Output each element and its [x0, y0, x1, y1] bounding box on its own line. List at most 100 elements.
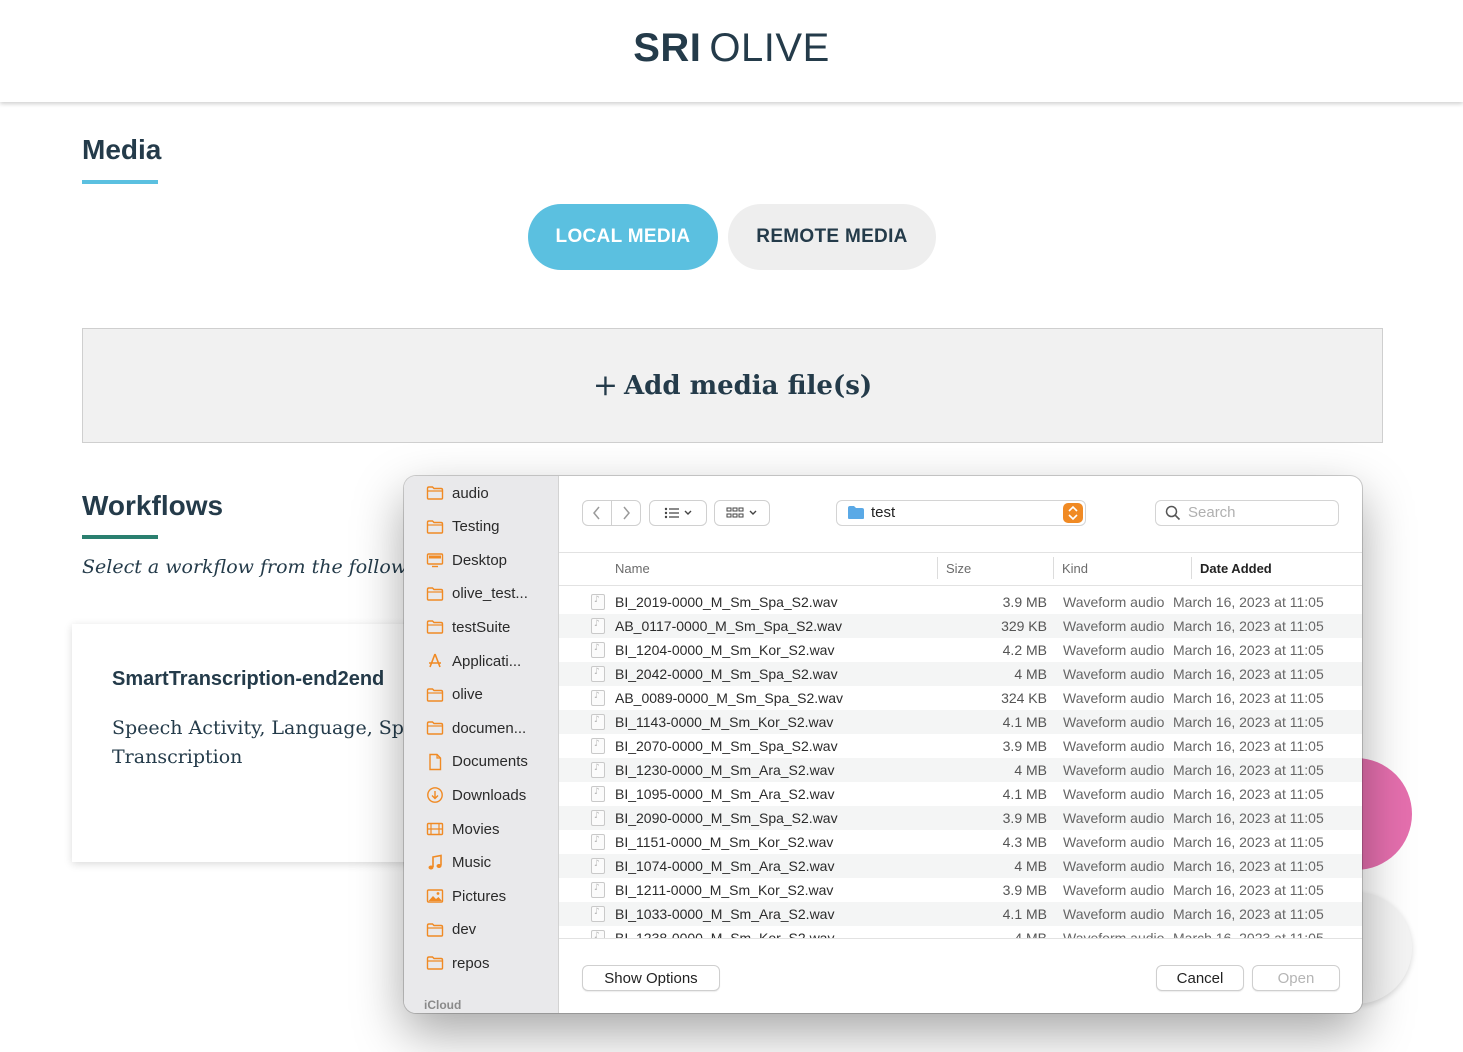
- sidebar-item-label: dev: [452, 921, 477, 939]
- audio-file-icon: [591, 642, 605, 658]
- sidebar-heading-icloud: iCloud: [424, 998, 462, 1012]
- file-row[interactable]: BI_2090-0000_M_Sm_Spa_S2.wav 3.9 MB Wavefo…: [559, 806, 1362, 830]
- file-name: BI_2070-0000_M_Sm_Spa_S2.wav: [615, 738, 838, 754]
- column-header-name[interactable]: Name: [615, 561, 650, 576]
- workflows-section-title: Workflows: [82, 490, 224, 521]
- sidebar-item-label: olive_test...: [452, 585, 528, 603]
- file-row[interactable]: BI_2019-0000_M_Sm_Spa_S2.wav 3.9 MB Wavefo…: [559, 590, 1362, 614]
- file-row[interactable]: BI_2070-0000_M_Sm_Spa_S2.wav 3.9 MB Wavefo…: [559, 734, 1362, 758]
- file-size: 4.2 MB: [1002, 642, 1047, 658]
- sidebar-item-testsuite[interactable]: testSuite: [426, 614, 510, 640]
- search-field[interactable]: Search: [1155, 500, 1339, 526]
- gallery-view-button[interactable]: [714, 500, 770, 526]
- file-size: 4 MB: [1014, 930, 1047, 938]
- film-icon: [426, 820, 452, 838]
- file-size: 3.9 MB: [1002, 594, 1047, 610]
- sidebar-item-desktop[interactable]: Desktop: [426, 547, 507, 573]
- sidebar-item-repos[interactable]: repos: [426, 950, 490, 976]
- dialog-sidebar: audio Testing Desktop olive_test... testSuit…: [404, 476, 559, 1013]
- file-size: 3.9 MB: [1002, 738, 1047, 754]
- sidebar-item-documents[interactable]: Documents: [426, 749, 528, 775]
- sidebar-item-label: Movies: [452, 820, 500, 838]
- file-list-header: Name Size Kind Date Added: [559, 552, 1362, 586]
- file-row[interactable]: BI_2042-0000_M_Sm_Spa_S2.wav 4 MB Waveform…: [559, 662, 1362, 686]
- list-view-button[interactable]: [649, 500, 707, 526]
- file-row[interactable]: BI_1151-0000_M_Sm_Kor_S2.wav 4.3 MB Wavefo…: [559, 830, 1362, 854]
- file-size: 329 KB: [1001, 618, 1047, 634]
- column-header-size[interactable]: Size: [946, 561, 971, 576]
- sidebar-item-downloads[interactable]: Downloads: [426, 782, 526, 808]
- open-button[interactable]: Open: [1252, 965, 1340, 991]
- search-icon: [1165, 505, 1181, 521]
- file-size: 4 MB: [1014, 666, 1047, 682]
- audio-file-icon: [591, 738, 605, 754]
- music-icon: [426, 854, 452, 872]
- cancel-button[interactable]: Cancel: [1156, 965, 1244, 991]
- file-kind: Waveform audio: [1063, 642, 1165, 658]
- list-view-icon: [664, 507, 692, 519]
- document-icon: [426, 753, 452, 771]
- sri-olive-logo[interactable]: SRI OLIVE: [0, 26, 1463, 71]
- dialog-main: test Search Name Size Kind Date Added BI…: [559, 476, 1362, 1013]
- chevron-left-icon: [593, 506, 600, 520]
- local-media-tab[interactable]: LOCAL MEDIA: [528, 204, 718, 270]
- audio-file-icon: [591, 762, 605, 778]
- audio-file-icon: [591, 594, 605, 610]
- audio-file-icon: [591, 834, 605, 850]
- file-kind: Waveform audio: [1063, 906, 1165, 922]
- sidebar-item-olive[interactable]: olive: [426, 682, 483, 708]
- file-size: 3.9 MB: [1002, 810, 1047, 826]
- file-name: BI_1204-0000_M_Sm_Kor_S2.wav: [615, 642, 835, 658]
- forward-button[interactable]: [611, 500, 641, 526]
- file-row[interactable]: BI_1074-0000_M_Sm_Ara_S2.wav 4 MB Waveform…: [559, 854, 1362, 878]
- app-header: SRI OLIVE: [0, 0, 1463, 102]
- column-header-kind[interactable]: Kind: [1062, 561, 1088, 576]
- file-date-added: March 16, 2023 at 11:05: [1173, 858, 1324, 874]
- sidebar-item-movies[interactable]: Movies: [426, 816, 500, 842]
- sidebar-item-dev[interactable]: dev: [426, 917, 476, 943]
- column-separator[interactable]: [937, 557, 938, 579]
- file-row[interactable]: BI_1143-0000_M_Sm_Kor_S2.wav 4.1 MB Wavefo…: [559, 710, 1362, 734]
- file-row[interactable]: BI_1211-0000_M_Sm_Kor_S2.wav 3.9 MB Wavefo…: [559, 878, 1362, 902]
- audio-file-icon: [591, 666, 605, 682]
- sidebar-item-documen[interactable]: documen...: [426, 715, 526, 741]
- file-size: 4.3 MB: [1002, 834, 1047, 850]
- back-button[interactable]: [582, 500, 612, 526]
- column-separator[interactable]: [1053, 557, 1054, 579]
- sidebar-item-olive-test[interactable]: olive_test...: [426, 581, 528, 607]
- file-name: BI_1211-0000_M_Sm_Kor_S2.wav: [615, 882, 834, 898]
- file-row[interactable]: AB_0089-0000_M_Sm_Spa_S2.wav 324 KB Wavefo…: [559, 686, 1362, 710]
- file-date-added: March 16, 2023 at 11:05: [1173, 618, 1324, 634]
- file-kind: Waveform audio: [1063, 594, 1165, 610]
- sidebar-item-pictures[interactable]: Pictures: [426, 883, 506, 909]
- sidebar-item-label: Downloads: [452, 786, 527, 804]
- folder-path-popup[interactable]: test: [836, 500, 1086, 526]
- sidebar-item-music[interactable]: Music: [426, 850, 491, 876]
- file-row[interactable]: AB_0117-0000_M_Sm_Spa_S2.wav 329 KB Wavefo…: [559, 614, 1362, 638]
- show-options-button[interactable]: Show Options: [582, 965, 720, 991]
- file-row[interactable]: BI_1238-0000_M_Sm_Kor_S2.wav 4 MB Waveform…: [559, 926, 1362, 938]
- remote-media-tab[interactable]: REMOTE MEDIA: [728, 204, 936, 270]
- chevron-right-icon: [623, 506, 630, 520]
- file-row[interactable]: BI_1204-0000_M_Sm_Kor_S2.wav 4.2 MB Wavefo…: [559, 638, 1362, 662]
- file-date-added: March 16, 2023 at 11:05: [1173, 738, 1324, 754]
- file-row[interactable]: BI_1095-0000_M_Sm_Ara_S2.wav 4.1 MB Wavefo…: [559, 782, 1362, 806]
- grid-view-icon: [726, 507, 757, 518]
- file-kind: Waveform audio: [1063, 786, 1165, 802]
- file-date-added: March 16, 2023 at 11:05: [1173, 594, 1324, 610]
- file-row[interactable]: BI_1230-0000_M_Sm_Ara_S2.wav 4 MB Waveform…: [559, 758, 1362, 782]
- column-separator[interactable]: [1191, 557, 1192, 579]
- file-date-added: March 16, 2023 at 11:05: [1173, 786, 1324, 802]
- file-date-added: March 16, 2023 at 11:05: [1173, 810, 1324, 826]
- add-media-dropzone[interactable]: + Add media file(s): [82, 328, 1383, 443]
- sidebar-item-applicati[interactable]: Applicati...: [426, 648, 521, 674]
- file-name: BI_1095-0000_M_Sm_Ara_S2.wav: [615, 786, 835, 802]
- column-header-date-added[interactable]: Date Added: [1200, 561, 1272, 576]
- file-row[interactable]: BI_1033-0000_M_Sm_Ara_S2.wav 4.1 MB Wavefo…: [559, 902, 1362, 926]
- file-kind: Waveform audio: [1063, 858, 1165, 874]
- sidebar-item-testing[interactable]: Testing: [426, 514, 500, 540]
- applications-icon: [426, 652, 452, 670]
- file-name: BI_2090-0000_M_Sm_Spa_S2.wav: [615, 810, 838, 826]
- sidebar-item-audio[interactable]: audio: [426, 480, 489, 506]
- file-name: BI_1230-0000_M_Sm_Ara_S2.wav: [615, 762, 835, 778]
